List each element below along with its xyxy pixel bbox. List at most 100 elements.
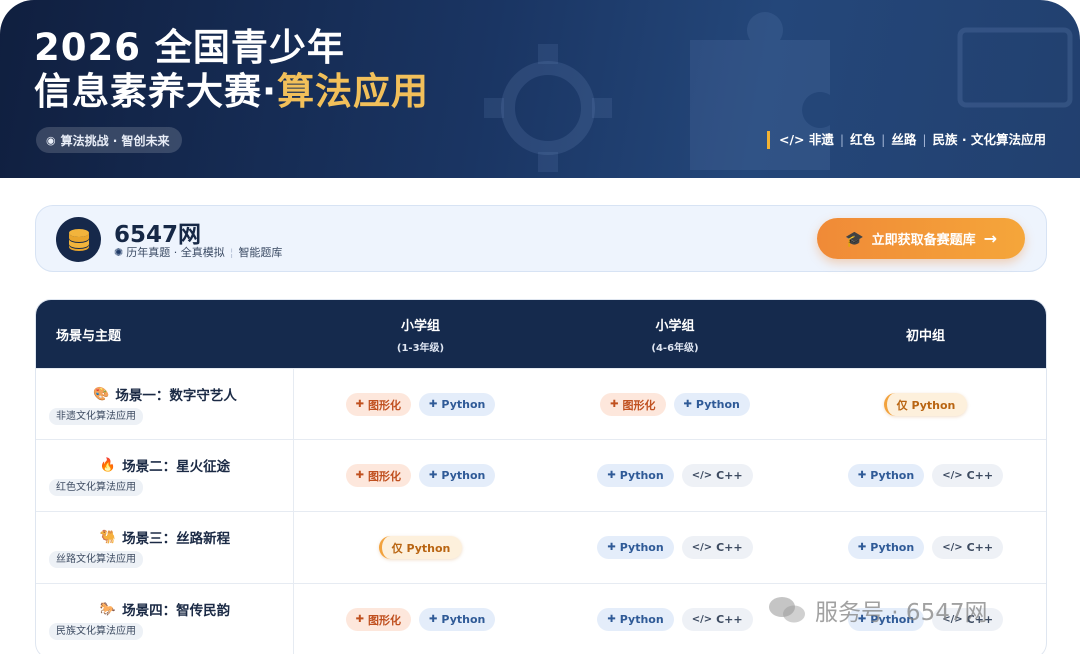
category-item: 民族 · 文化算法应用 bbox=[932, 132, 1046, 147]
badge-label: Python bbox=[441, 613, 486, 626]
category-item: </> 非遗 bbox=[778, 132, 834, 147]
group-cell: ✚ 图形化 ✚ Python bbox=[547, 369, 803, 440]
graphical-badge: ✚ 图形化 bbox=[345, 393, 412, 416]
watermark-text: 服务号 · 6547网 bbox=[815, 600, 988, 626]
python-icon: ✚ bbox=[607, 542, 616, 553]
puzzle-icon: ✚ bbox=[610, 399, 619, 410]
target-icon: ◉ bbox=[46, 133, 56, 147]
python-icon: ✚ bbox=[429, 614, 438, 625]
scene-title: 🔥 场景二：星火征途 bbox=[36, 455, 294, 476]
badge-label: Python bbox=[441, 398, 486, 411]
brand-subtitle: ✺ 历年真题 · 全真模拟 ¦ 智能题库 bbox=[114, 244, 282, 260]
only-python-badge: 仅 Python bbox=[883, 393, 968, 416]
tagline-chip: ◉ 算法挑战 · 智创未来 bbox=[36, 127, 182, 153]
scene-cell: 🎨 场景一：数字守艺人 非遗文化算法应用 bbox=[36, 369, 294, 440]
python-icon: ✚ bbox=[857, 470, 867, 481]
cpp-badge: </> C++ bbox=[681, 608, 753, 631]
get-question-bank-button[interactable]: 🎓 立即获取备赛题库 → bbox=[817, 218, 1025, 259]
python-badge: ✚ Python bbox=[419, 393, 496, 416]
category-separator: | bbox=[922, 132, 927, 147]
route-icon: 🐫 bbox=[99, 529, 117, 545]
group-cell: 仅 Python bbox=[294, 512, 547, 583]
code-icon: </> bbox=[691, 614, 713, 625]
graphical-badge: ✚ 图形化 bbox=[345, 464, 412, 487]
group-cell: ✚ Python </> C++ bbox=[547, 512, 803, 583]
cpp-badge: </> C++ bbox=[681, 464, 753, 487]
python-badge: ✚ Python bbox=[419, 608, 496, 631]
scene-title-text: 场景四：智传民韵 bbox=[122, 603, 231, 619]
badge-label: Python bbox=[619, 613, 664, 626]
python-icon: ✚ bbox=[607, 614, 616, 625]
header-scene-label: 场景与主题 bbox=[56, 328, 122, 344]
wechat-icon bbox=[769, 597, 805, 623]
scene-cell: 🐫 场景三：丝路新程 丝路文化算法应用 bbox=[36, 512, 294, 583]
python-badge: ✚ Python bbox=[597, 536, 674, 559]
database-icon bbox=[68, 228, 89, 251]
cpp-badge: </> C++ bbox=[932, 464, 1004, 487]
cpp-badge: </> C++ bbox=[681, 536, 753, 559]
brand-logo bbox=[56, 217, 101, 262]
gear-icon: ✺ bbox=[114, 245, 124, 259]
table-row: 🔥 场景二：星火征途 红色文化算法应用 ✚ 图形化 ✚ Python ✚ Python… bbox=[36, 439, 1046, 511]
banner-title-line1: 2026 全国青少年 bbox=[34, 26, 345, 69]
category-separator: | bbox=[881, 132, 886, 147]
python-badge: ✚ Python bbox=[847, 536, 925, 559]
header-primary-lower: 小学组 (1-3年级) bbox=[294, 300, 547, 368]
scene-title: 🐫 场景三：丝路新程 bbox=[36, 527, 294, 548]
scene-title: 🐎 场景四：智传民韵 bbox=[36, 599, 294, 620]
badge-label: Python bbox=[870, 541, 915, 554]
badge-label: C++ bbox=[966, 469, 994, 482]
code-icon: </> bbox=[691, 470, 713, 481]
category-item: 丝路 bbox=[891, 132, 917, 147]
puzzle-icon: ✚ bbox=[355, 614, 365, 625]
scene-tag: 丝路文化算法应用 bbox=[49, 551, 143, 568]
tagline-text: 算法挑战 · 智创未来 bbox=[60, 133, 170, 148]
scene-title-text: 场景三：丝路新程 bbox=[122, 531, 231, 547]
group-cell: ✚ Python </> C++ bbox=[547, 440, 803, 511]
python-icon: ✚ bbox=[683, 399, 692, 410]
table-header: 场景与主题 小学组 (1-3年级) 小学组 (4-6年级) 初中组 bbox=[36, 300, 1046, 368]
header-junior-high: 初中组 bbox=[803, 300, 1046, 368]
fire-icon: 🔥 bbox=[99, 457, 117, 473]
only-python-badge: 仅 Python bbox=[378, 536, 463, 559]
header-sublabel: (1-3年级) bbox=[396, 342, 445, 354]
python-icon: ✚ bbox=[429, 399, 438, 410]
brand-subtitle-part2: 智能题库 bbox=[238, 246, 283, 259]
gear-teeth-icon bbox=[484, 44, 612, 172]
group-cell: ✚ 图形化 ✚ Python bbox=[294, 440, 547, 511]
banner-title-main: 信息素养大赛 bbox=[34, 70, 262, 113]
puzzle-icon: ✚ bbox=[355, 399, 365, 410]
header-primary-upper: 小学组 (4-6年级) bbox=[547, 300, 803, 368]
group-cell: ✚ Python </> C++ bbox=[803, 440, 1046, 511]
scene-title-text: 场景二：星火征途 bbox=[122, 459, 231, 475]
graphical-badge: ✚ 图形化 bbox=[345, 608, 412, 631]
scene-title: 🎨 场景一：数字守艺人 bbox=[36, 384, 294, 405]
python-icon: ✚ bbox=[607, 470, 616, 481]
group-cell: ✚ Python </> C++ bbox=[547, 584, 803, 654]
python-badge: ✚ Python bbox=[597, 464, 674, 487]
palette-icon: 🎨 bbox=[93, 386, 110, 402]
python-badge: ✚ Python bbox=[673, 393, 750, 416]
category-item: 红色 bbox=[850, 132, 876, 147]
scene-tag: 民族文化算法应用 bbox=[49, 623, 143, 640]
banner-title-accent: 算法应用 bbox=[277, 70, 430, 113]
graphical-badge: ✚ 图形化 bbox=[600, 393, 666, 416]
scene-title-text: 场景一：数字守艺人 bbox=[115, 388, 237, 404]
cpp-badge: </> C++ bbox=[932, 536, 1004, 559]
group-cell: ✚ 图形化 ✚ Python bbox=[294, 584, 547, 654]
puzzle-icon: ✚ bbox=[355, 470, 365, 481]
arrow-right-icon: → bbox=[983, 229, 998, 248]
python-icon: ✚ bbox=[857, 542, 867, 553]
group-cell: ✚ Python </> C++ bbox=[803, 512, 1046, 583]
header-label: 初中组 bbox=[905, 328, 945, 344]
badge-label: C++ bbox=[716, 541, 743, 554]
horse-icon: 🐎 bbox=[99, 601, 117, 617]
brand-bar: 6547网 ✺ 历年真题 · 全真模拟 ¦ 智能题库 🎓 立即获取备赛题库 → bbox=[35, 205, 1047, 272]
badge-label: 图形化 bbox=[622, 398, 656, 412]
group-cell: 仅 Python bbox=[803, 369, 1046, 440]
table-row: 🐫 场景三：丝路新程 丝路文化算法应用 仅 Python ✚ Python </>… bbox=[36, 511, 1046, 583]
header-label: 小学组 bbox=[400, 318, 440, 334]
python-badge: ✚ Python bbox=[847, 464, 925, 487]
code-icon: </> bbox=[691, 542, 713, 553]
subtitle-divider: ¦ bbox=[229, 245, 234, 259]
